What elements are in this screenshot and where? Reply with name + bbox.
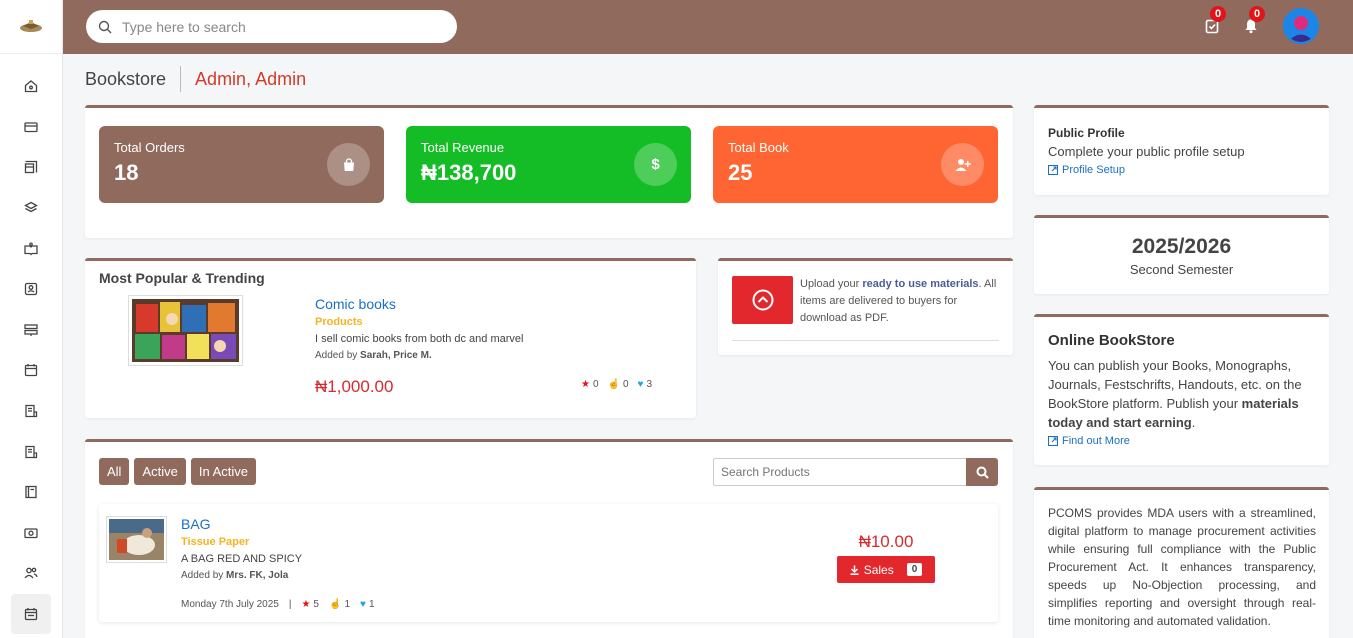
upload-text: Upload your ready to use materials. All … xyxy=(800,278,997,324)
pcoms-text: PCOMS provides MDA users with a streamli… xyxy=(1048,506,1316,628)
sidebar-calendar-active-icon[interactable] xyxy=(11,593,51,635)
user-plus-icon xyxy=(941,143,984,186)
product-added-by: Added by Mrs. FK, Jola xyxy=(181,570,289,581)
sidebar-notebook-icon[interactable] xyxy=(11,472,51,513)
search-input[interactable] xyxy=(122,18,422,35)
session-year: 2025/2026 xyxy=(1131,235,1232,258)
upload-button[interactable] xyxy=(732,276,793,324)
sidebar-receipt2-icon[interactable] xyxy=(11,431,51,472)
popular-product-description: I sell comic books from both dc and marv… xyxy=(315,333,524,345)
dollar-icon: $ xyxy=(634,143,677,186)
stats-card: Total Orders 18 Total Revenue ₦138,700 $… xyxy=(85,105,1013,238)
tasks-badge: 0 xyxy=(1210,6,1226,22)
profile-subtitle: Complete your public profile setup xyxy=(1048,144,1245,159)
heart-icon: ♥ xyxy=(637,379,644,390)
filter-group: All Active In Active xyxy=(99,458,261,485)
sidebar-layers-icon[interactable] xyxy=(11,188,51,229)
session-card: 2025/2026 Second Semester xyxy=(1034,215,1329,294)
online-bookstore-card: Online BookStore You can publish your Bo… xyxy=(1034,314,1329,465)
session-semester: Second Semester xyxy=(1129,262,1234,277)
filter-all-button[interactable]: All xyxy=(99,458,130,485)
product-thumbnail[interactable] xyxy=(106,516,167,563)
heart-icon: ♥ xyxy=(360,599,366,610)
shopping-bag-icon xyxy=(327,143,370,186)
hand-icon: ☝ xyxy=(607,379,620,390)
global-search[interactable] xyxy=(86,10,457,43)
sidebar-home-icon[interactable] xyxy=(11,66,51,107)
stat-total-orders: Total Orders 18 xyxy=(99,126,384,203)
user-avatar[interactable] xyxy=(1283,8,1319,44)
online-title: Online BookStore xyxy=(1048,332,1175,349)
pcoms-card: PCOMS provides MDA users with a streamli… xyxy=(1034,487,1329,638)
popular-product-category: Products xyxy=(315,316,363,328)
product-title[interactable]: BAG xyxy=(181,516,211,532)
sidebar-book-open-icon[interactable] xyxy=(11,228,51,269)
upload-card: Upload your ready to use materials. All … xyxy=(718,258,1013,355)
hand-icon: ☝ xyxy=(328,599,342,610)
notifications-badge: 0 xyxy=(1249,6,1265,22)
external-link-icon xyxy=(1048,165,1058,175)
sidebar-calendar-icon[interactable] xyxy=(11,350,51,391)
product-price: ₦10.00 xyxy=(858,532,914,551)
reaction-stars: ★ 5 xyxy=(301,599,319,610)
star-icon: ★ xyxy=(301,599,311,610)
popular-added-by: Added by Sarah, Price M. xyxy=(315,350,432,361)
reaction-hearts: ♥ 3 xyxy=(637,379,653,390)
sidebar-store-icon[interactable] xyxy=(11,147,51,188)
app-logo[interactable] xyxy=(0,0,62,54)
product-description: A BAG RED AND SPICY xyxy=(181,553,303,565)
meta-separator: | xyxy=(288,599,292,610)
reaction-likes: ☝ 0 xyxy=(607,379,629,390)
popular-reactions: ★ 0 ☝ 0 ♥ 3 xyxy=(581,379,652,390)
reaction-likes: ☝ 1 xyxy=(328,599,350,610)
page-title: Bookstore xyxy=(85,66,182,92)
filter-active-button[interactable]: Active xyxy=(134,458,186,485)
sidebar-card-icon[interactable] xyxy=(11,107,51,148)
popular-thumbnail[interactable] xyxy=(128,295,243,366)
filter-inactive-button[interactable]: In Active xyxy=(190,458,256,485)
sales-label: Sales xyxy=(863,562,894,577)
product-meta: Monday 7th July 2025 | ★ 5 ☝ 1 ♥ 1 xyxy=(181,599,375,610)
search-icon xyxy=(98,20,112,33)
notifications-button[interactable]: 0 xyxy=(1239,6,1265,38)
find-out-more-link[interactable]: Find out More xyxy=(1048,435,1130,447)
tasks-button[interactable]: 0 xyxy=(1200,6,1226,38)
product-date: Monday 7th July 2025 xyxy=(181,599,279,610)
popular-product-title[interactable]: Comic books xyxy=(315,296,396,312)
product-category: Tissue Paper xyxy=(181,536,250,548)
arrow-up-circle-icon xyxy=(752,289,773,311)
top-bar: 0 0 xyxy=(63,0,1353,54)
product-search-input[interactable] xyxy=(713,458,966,486)
sidebar-receipt-icon[interactable] xyxy=(11,391,51,432)
upload-divider xyxy=(732,340,999,341)
stat-total-revenue: Total Revenue ₦138,700 $ xyxy=(406,126,691,203)
product-search-button[interactable] xyxy=(966,458,998,486)
sidebar-contact-icon[interactable] xyxy=(11,269,51,310)
reaction-stars: ★ 0 xyxy=(581,379,599,390)
download-icon xyxy=(850,565,859,575)
sales-button[interactable]: Sales 0 xyxy=(837,556,935,583)
products-card: All Active In Active BAG Tissue Paper A … xyxy=(85,439,1013,638)
sidebar-server-icon[interactable] xyxy=(11,310,51,351)
sidebar-money-icon[interactable] xyxy=(11,513,51,554)
online-text: You can publish your Books, Monographs, … xyxy=(1048,358,1302,430)
breadcrumb-user: Admin, Admin xyxy=(195,68,307,89)
profile-title: Public Profile xyxy=(1048,126,1125,140)
breadcrumb: Bookstore Admin, Admin xyxy=(85,66,306,92)
popular-heading: Most Popular & Trending xyxy=(99,270,265,286)
popular-price: ₦1,000.00 xyxy=(315,377,394,396)
popular-card: Most Popular & Trending Comic books Prod… xyxy=(85,258,696,418)
product-search xyxy=(713,458,998,486)
public-profile-card: Public Profile Complete your public prof… xyxy=(1034,105,1329,195)
sales-count-badge: 0 xyxy=(906,563,923,576)
star-icon: ★ xyxy=(581,379,590,390)
sidebar-users-icon[interactable] xyxy=(11,553,51,594)
external-link-icon xyxy=(1048,436,1058,446)
reaction-hearts: ♥ 1 xyxy=(360,599,375,610)
stat-total-book: Total Book 25 xyxy=(713,126,998,203)
profile-setup-link[interactable]: Profile Setup xyxy=(1048,164,1125,176)
product-row: BAG Tissue Paper A BAG RED AND SPICY Add… xyxy=(99,504,998,622)
sidebar xyxy=(0,0,63,638)
search-icon xyxy=(976,466,989,479)
